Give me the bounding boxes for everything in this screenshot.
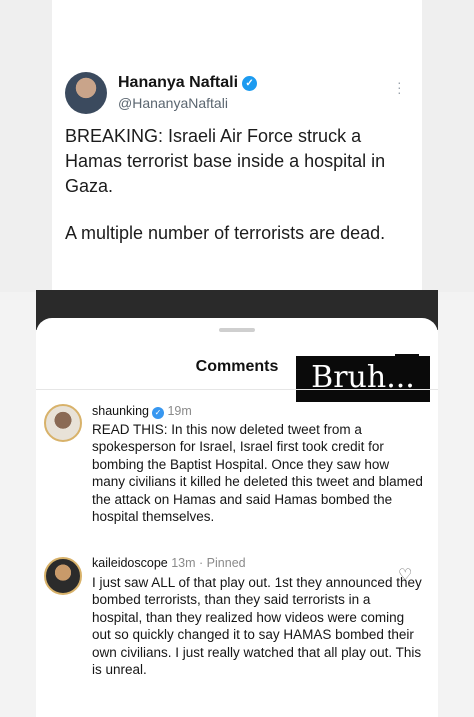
- comment-text: READ THIS: In this now deleted tweet fro…: [92, 422, 423, 525]
- comment-time: 13m: [171, 556, 196, 570]
- verified-badge-icon: ✓: [242, 76, 258, 91]
- comment-time: 19m: [167, 404, 192, 418]
- comment-username[interactable]: kaileidoscope: [92, 556, 168, 570]
- pinned-label: Pinned: [206, 556, 246, 570]
- heart-icon[interactable]: ♡: [398, 565, 412, 585]
- verified-badge-icon: ✓: [152, 407, 164, 419]
- tweet-author-handle: @HananyaNaftali: [118, 95, 228, 111]
- tweet-author-name: Hananya Naftali ✓: [118, 74, 258, 92]
- comments-divider: [36, 389, 438, 390]
- tweet-author-name-text: Hananya Naftali: [118, 74, 239, 91]
- more-options-icon: · · ·: [397, 74, 402, 100]
- sticker-text: Bruh...: [311, 360, 415, 395]
- comment-username[interactable]: shaunking: [92, 404, 149, 418]
- comment-text: I just saw ALL of that play out. 1st the…: [92, 575, 422, 678]
- comment-header: kaileidoscope 13m · Pinned: [92, 556, 246, 570]
- tweet-author-avatar: [65, 72, 107, 114]
- tweet-text-followup: A multiple number of terrorists are dead…: [65, 223, 386, 243]
- avatar[interactable]: [44, 557, 82, 595]
- comment-separator: ·: [195, 556, 207, 570]
- comment-header: shaunking ✓ 19m: [92, 404, 192, 419]
- tweet-text-breaking: BREAKING: Israeli Air Force struck a Ham…: [65, 126, 386, 196]
- sheet-drag-handle[interactable]: [219, 328, 255, 332]
- avatar[interactable]: [44, 404, 82, 442]
